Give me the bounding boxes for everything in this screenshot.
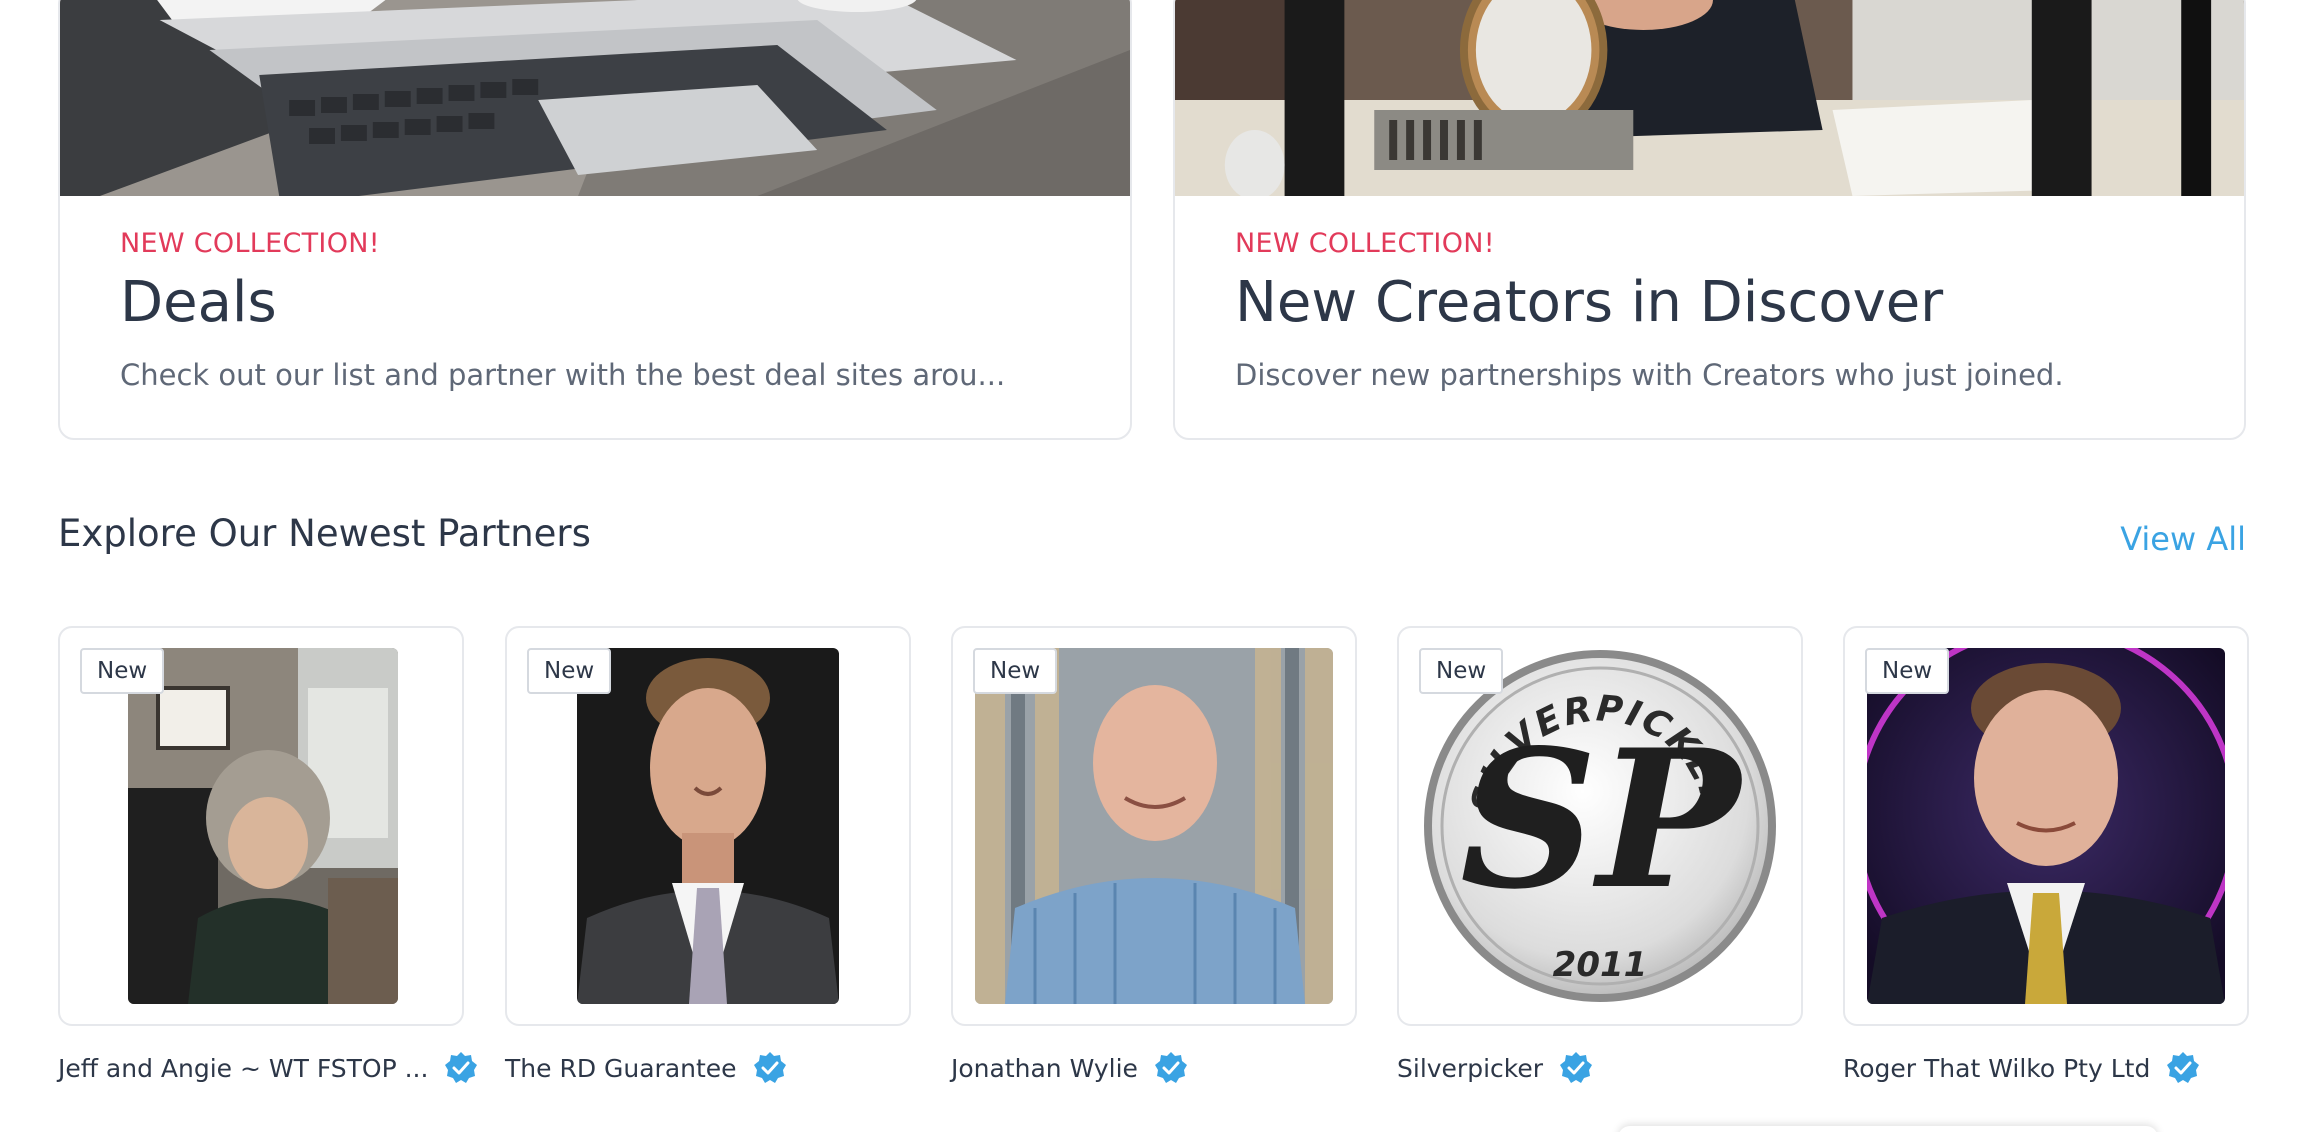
collection-description: Check out our list and partner with the … bbox=[120, 358, 1006, 392]
floating-panel-edge bbox=[1618, 1126, 2158, 1132]
verified-badge-icon bbox=[2166, 1051, 2200, 1085]
partner-name[interactable]: Jeff and Angie ~ WT FSTOP ... bbox=[58, 1054, 428, 1083]
collection-kicker: NEW COLLECTION! bbox=[1235, 228, 1495, 259]
logo-year-text: 2011 bbox=[1553, 945, 1648, 985]
partner-name-row[interactable]: The RD Guarantee bbox=[505, 1048, 787, 1088]
partner-name-row[interactable]: Jeff and Angie ~ WT FSTOP ... bbox=[58, 1048, 478, 1088]
partner-photo bbox=[577, 648, 839, 1004]
new-badge: New bbox=[973, 648, 1058, 694]
section-title-newest-partners: Explore Our Newest Partners bbox=[58, 512, 591, 555]
partner-card[interactable]: New bbox=[58, 626, 464, 1026]
partner-photo bbox=[1867, 648, 2225, 1004]
partner-card[interactable]: New bbox=[1843, 626, 2249, 1026]
partner-card[interactable]: SILVERPICKER SP 2011 New bbox=[1397, 626, 1803, 1026]
collection-description: Discover new partnerships with Creators … bbox=[1235, 358, 2064, 392]
partner-card[interactable]: New bbox=[505, 626, 911, 1026]
view-all-link[interactable]: View All bbox=[2120, 520, 2246, 558]
new-badge: New bbox=[80, 648, 165, 694]
verified-badge-icon bbox=[444, 1051, 478, 1085]
partner-name[interactable]: Silverpicker bbox=[1397, 1054, 1543, 1083]
partner-name[interactable]: Roger That Wilko Pty Ltd bbox=[1843, 1054, 2150, 1083]
partner-name-row[interactable]: Silverpicker bbox=[1397, 1048, 1593, 1088]
collection-image-laptop bbox=[60, 0, 1130, 196]
new-badge: New bbox=[1419, 648, 1504, 694]
verified-badge-icon bbox=[1559, 1051, 1593, 1085]
partner-logo: SILVERPICKER SP 2011 bbox=[1421, 648, 1779, 1004]
partner-card[interactable]: New bbox=[951, 626, 1357, 1026]
collection-card-deals[interactable]: NEW COLLECTION! Deals Check out our list… bbox=[58, 0, 1132, 440]
collection-card-new-creators[interactable]: NEW COLLECTION! New Creators in Discover… bbox=[1173, 0, 2246, 440]
verified-badge-icon bbox=[753, 1051, 787, 1085]
collection-kicker: NEW COLLECTION! bbox=[120, 228, 380, 259]
collection-title[interactable]: Deals bbox=[120, 270, 277, 335]
verified-badge-icon bbox=[1154, 1051, 1188, 1085]
partner-name[interactable]: Jonathan Wylie bbox=[951, 1054, 1138, 1083]
logo-mark-text: SP bbox=[1460, 708, 1745, 931]
partner-name-row[interactable]: Roger That Wilko Pty Ltd bbox=[1843, 1048, 2200, 1088]
collection-title[interactable]: New Creators in Discover bbox=[1235, 270, 1943, 335]
partner-photo bbox=[128, 648, 398, 1004]
new-badge: New bbox=[527, 648, 612, 694]
partner-name[interactable]: The RD Guarantee bbox=[505, 1054, 737, 1083]
partner-photo bbox=[975, 648, 1333, 1004]
collection-image-creator-studio bbox=[1175, 0, 2244, 196]
new-badge: New bbox=[1865, 648, 1950, 694]
partner-name-row[interactable]: Jonathan Wylie bbox=[951, 1048, 1188, 1088]
